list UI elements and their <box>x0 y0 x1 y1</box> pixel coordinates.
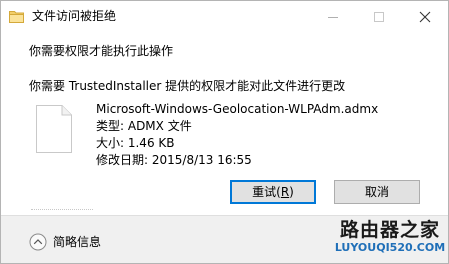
retry-button-label: 重试( <box>252 185 281 199</box>
watermark-url: LUYOUQI520.COM <box>334 241 446 254</box>
close-button[interactable] <box>402 1 448 31</box>
file-icon <box>36 105 72 153</box>
file-size: 大小: 1.46 KB <box>96 136 175 150</box>
minimize-icon <box>328 17 338 18</box>
chevron-up-icon <box>29 233 47 251</box>
retry-access-key: R <box>280 185 290 199</box>
dialog-heading: 你需要权限才能执行此操作 <box>29 44 174 58</box>
dialog-message: 你需要 TrustedInstaller 提供的权限才能对此文件进行更改 <box>29 79 346 93</box>
fewer-details-label: 简略信息 <box>53 235 102 249</box>
watermark-title: 路由器之家 <box>339 219 440 241</box>
retry-button-label-end: ) <box>289 185 294 199</box>
retry-button[interactable]: 重试(R) <box>230 180 316 204</box>
window-title: 文件访问被拒绝 <box>32 9 117 23</box>
file-access-denied-dialog: 文件访问被拒绝 你需要权限才能执行此操作 你需要 TrustedInstalle… <box>0 0 449 264</box>
file-name: Microsoft-Windows-Geolocation-WLPAdm.adm… <box>96 102 379 116</box>
file-modified-date: 修改日期: 2015/8/13 16:55 <box>96 153 252 167</box>
separator <box>31 209 93 210</box>
cancel-button[interactable]: 取消 <box>334 180 420 204</box>
title-bar[interactable]: 文件访问被拒绝 <box>1 1 448 31</box>
file-details: Microsoft-Windows-Geolocation-WLPAdm.adm… <box>96 101 378 169</box>
maximize-icon <box>374 12 384 22</box>
maximize-button[interactable] <box>356 1 402 31</box>
file-type: 类型: ADMX 文件 <box>96 119 192 133</box>
minimize-button[interactable] <box>310 1 356 31</box>
folder-icon <box>9 11 24 23</box>
close-icon <box>419 11 431 23</box>
watermark: 路由器之家 LUYOUQI520.COM <box>333 219 447 263</box>
